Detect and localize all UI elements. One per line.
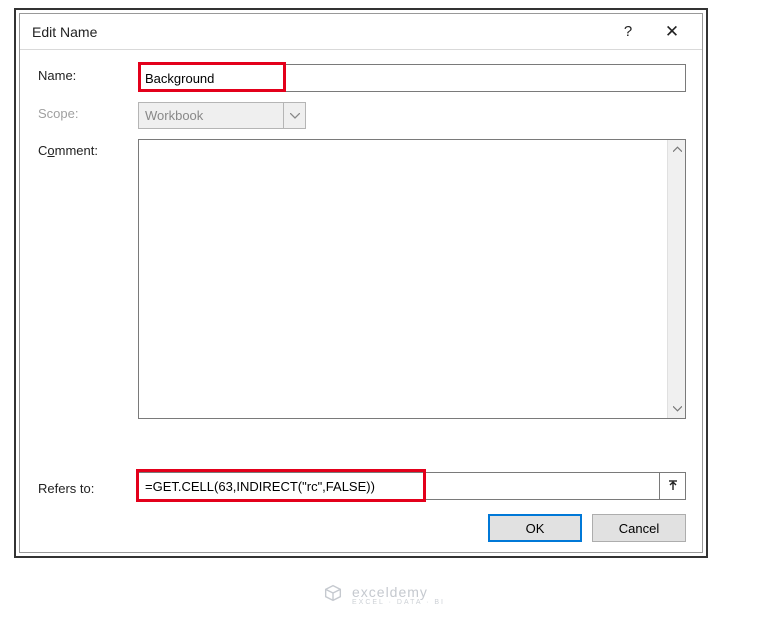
- collapse-icon: [667, 480, 679, 492]
- help-icon: ?: [624, 23, 632, 40]
- cancel-button[interactable]: Cancel: [592, 514, 686, 542]
- comment-row: Comment:: [38, 139, 686, 450]
- name-row: Name:: [38, 64, 686, 92]
- refers-to-input-wrap: [138, 472, 686, 500]
- close-button[interactable]: ✕: [650, 17, 694, 47]
- close-icon: ✕: [665, 22, 679, 42]
- comment-scrollbar[interactable]: [667, 140, 685, 418]
- scope-row: Scope: Workbook: [38, 102, 686, 129]
- dialog-title: Edit Name: [32, 24, 606, 40]
- help-button[interactable]: ?: [606, 17, 650, 47]
- comment-textarea[interactable]: [138, 139, 686, 419]
- scroll-up-icon[interactable]: [668, 140, 686, 158]
- comment-label: Comment:: [38, 139, 138, 158]
- scope-label: Scope:: [38, 102, 138, 121]
- chevron-down-icon: [283, 103, 305, 128]
- dialog-buttons: OK Cancel: [38, 514, 686, 542]
- titlebar: Edit Name ? ✕: [20, 14, 702, 50]
- logo-icon: [322, 582, 344, 607]
- watermark-tagline: EXCEL · DATA · BI: [352, 599, 445, 606]
- refers-to-label: Refers to:: [38, 477, 138, 496]
- scope-value: Workbook: [145, 108, 203, 123]
- watermark-brand: exceldemy: [352, 584, 445, 600]
- ok-button[interactable]: OK: [488, 514, 582, 542]
- scope-select: Workbook: [138, 102, 306, 129]
- screenshot-frame: Edit Name ? ✕ Name:: [14, 8, 708, 558]
- refers-to-row: Refers to:: [38, 472, 686, 500]
- dialog-body: Name: Scope: Workbook: [20, 50, 702, 552]
- scroll-down-icon[interactable]: [668, 400, 686, 418]
- name-label: Name:: [38, 64, 138, 83]
- name-input[interactable]: [138, 64, 686, 92]
- scope-input-col: Workbook: [138, 102, 686, 129]
- collapse-dialog-button[interactable]: [660, 472, 686, 500]
- watermark: exceldemy EXCEL · DATA · BI: [0, 582, 767, 607]
- comment-input-col: [138, 139, 686, 419]
- name-input-col: [138, 64, 686, 92]
- edit-name-dialog: Edit Name ? ✕ Name:: [19, 13, 703, 553]
- refers-to-input[interactable]: [138, 472, 660, 500]
